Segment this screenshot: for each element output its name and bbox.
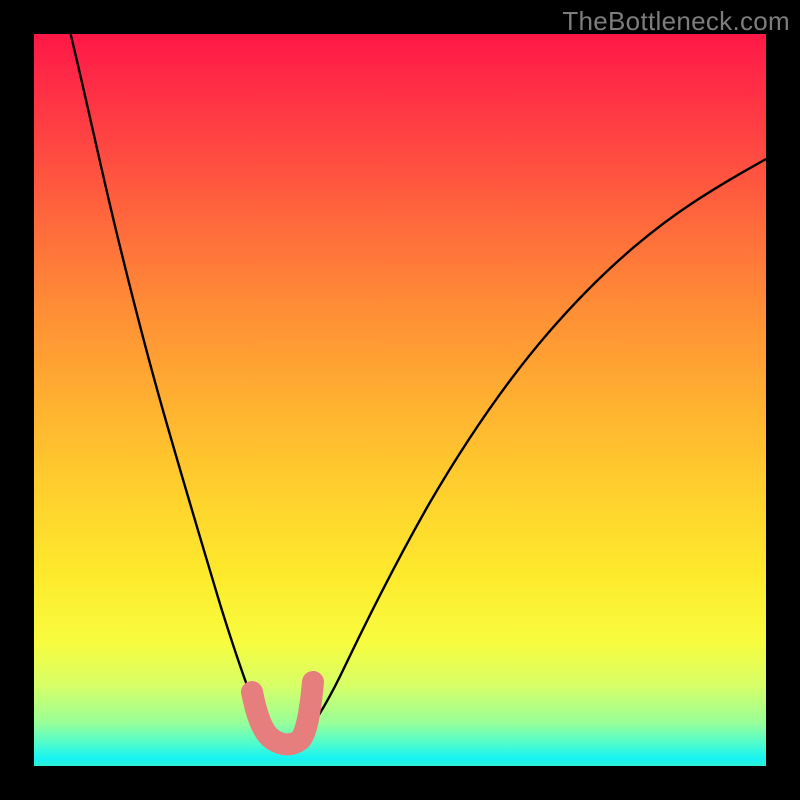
chart-frame: TheBottleneck.com: [0, 0, 800, 800]
bottleneck-curve: [71, 34, 766, 745]
chart-plot-area: [34, 34, 766, 766]
min-marker: [252, 682, 313, 744]
watermark-text: TheBottleneck.com: [562, 6, 790, 37]
chart-svg: [34, 34, 766, 766]
